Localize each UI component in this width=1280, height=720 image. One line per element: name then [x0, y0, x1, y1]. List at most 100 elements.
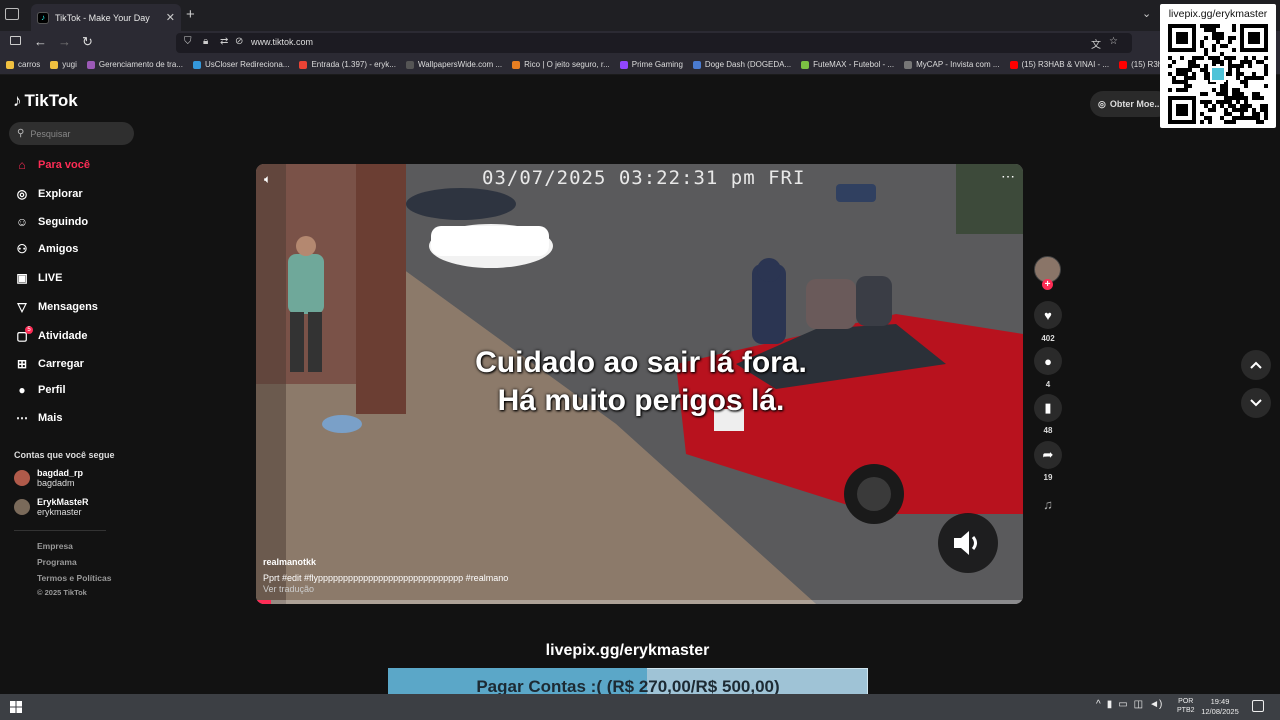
new-tab-icon[interactable]: +	[186, 6, 195, 23]
bookmark-item[interactable]: carros	[6, 60, 40, 69]
following-account[interactable]: bagdad_rp bagdadm	[14, 468, 83, 488]
see-translation-link[interactable]: Ver tradução	[263, 584, 314, 594]
share-count: 19	[1043, 473, 1053, 482]
home-icon: ⌂	[18, 158, 26, 172]
chevron-down-icon[interactable]: ⌄	[1142, 7, 1151, 20]
bookmark-favicon-icon	[192, 60, 201, 69]
bookmark-item[interactable]: Rico | O jeito seguro, r...	[512, 60, 610, 69]
tab-list-icon[interactable]	[5, 8, 19, 20]
avatar	[14, 499, 30, 515]
bookmark-favicon-icon	[299, 60, 308, 69]
sidebar-item-label: LIVE	[38, 272, 63, 284]
bookmark-item[interactable]: Doge Dash (DOGEDA...	[692, 60, 791, 69]
reload-icon[interactable]: ↻	[82, 34, 93, 50]
next-video-button[interactable]	[1241, 388, 1271, 418]
footer-link[interactable]: Termos e Políticas	[37, 573, 111, 583]
sidebar-item-mensagens[interactable]: ▽ Mensagens	[14, 298, 98, 316]
footer-link[interactable]: Programa	[37, 557, 77, 567]
bookmark-star-icon[interactable]: ☆	[1109, 36, 1118, 47]
notifications-icon[interactable]	[1252, 700, 1264, 712]
system-tray: ^ ▮ ▭ ◫ ◄)	[1096, 699, 1162, 710]
get-coins-button[interactable]: ◎ Obter Moe...	[1090, 91, 1170, 117]
bookmark-favicon-icon	[801, 60, 810, 69]
bookmark-item[interactable]: Gerenciamento de tra...	[86, 60, 183, 69]
language-indicator[interactable]: POR PTB2	[1177, 697, 1195, 715]
sidebar-item-para-voc-[interactable]: ⌂ Para você	[14, 156, 90, 174]
url-bar[interactable]	[176, 33, 1132, 53]
bookmark-item[interactable]: (15) R3h	[1119, 60, 1162, 69]
back-icon[interactable]: ←	[34, 34, 47, 49]
lock-icon[interactable]: 🔒︎	[203, 36, 208, 47]
permissions-icon[interactable]: ⇄	[220, 36, 228, 47]
video-timestamp: 03/07/2025 03:22:31 pm FRI	[482, 167, 806, 189]
sidebar-toggle-icon[interactable]	[10, 36, 21, 45]
account-name: ErykMasteR	[37, 497, 89, 507]
bookmark-favicon-icon	[86, 60, 95, 69]
bookmark-favicon-icon	[904, 60, 913, 69]
bookmark-item[interactable]: yugi	[50, 60, 77, 69]
avatar	[14, 470, 30, 486]
mic-icon[interactable]: ▮	[1107, 699, 1113, 710]
speaker-icon[interactable]	[938, 513, 998, 573]
display-icon[interactable]: ▭	[1118, 699, 1127, 710]
comment-count: 4	[1045, 380, 1051, 389]
search-input[interactable]: ⚲ Pesquisar	[9, 122, 134, 145]
bookmark-item[interactable]: (15) R3HAB & VINAI - ...	[1009, 60, 1109, 69]
follow-plus-icon[interactable]: +	[1042, 279, 1053, 290]
bookmark-item[interactable]: Prime Gaming	[619, 60, 683, 69]
bookmark-item[interactable]: MyCAP - Invista com ...	[904, 60, 1000, 69]
more-options-icon[interactable]: ⋯	[1001, 168, 1015, 185]
clock[interactable]: 19:49 12/08/2025	[1200, 697, 1240, 717]
footer-link[interactable]: Empresa	[37, 541, 73, 551]
following-title: Contas que você segue	[14, 450, 115, 460]
tracking-icon[interactable]: ⊘	[235, 36, 243, 47]
video-author[interactable]: realmanotkk	[263, 557, 316, 567]
sidebar-item-mais[interactable]: ⋯ Mais	[14, 409, 62, 427]
video-caption: Cuidado ao sair lá fora. Há muito perigo…	[416, 344, 866, 420]
sidebar-item-live[interactable]: ▣ LIVE	[14, 269, 62, 287]
music-disc-icon[interactable]: ♫	[1034, 490, 1062, 518]
bookmark-icon[interactable]: ▮	[1034, 394, 1062, 422]
caption-line: Cuidado ao sair lá fora.	[475, 346, 807, 379]
sidebar-item-amigos[interactable]: ⚇ Amigos	[14, 240, 79, 258]
forward-icon[interactable]: →	[58, 34, 71, 49]
tab-title: TikTok - Make Your Day	[55, 12, 150, 23]
share-icon[interactable]: ➦	[1034, 441, 1062, 469]
network-icon[interactable]: ◫	[1134, 699, 1143, 710]
browser-tab[interactable]: ♪ TikTok - Make Your Day ✕	[31, 4, 181, 31]
sidebar-item-explorar[interactable]: ◎ Explorar	[14, 185, 83, 203]
windows-start-icon[interactable]	[10, 700, 22, 718]
sidebar-item-label: Atividade	[38, 330, 88, 342]
chevron-down-icon	[1250, 399, 1262, 407]
sidebar-item-perfil[interactable]: ● Perfil	[14, 381, 65, 399]
url-text[interactable]: www.tiktok.com	[251, 37, 313, 47]
volume-tray-icon[interactable]: ◄)	[1149, 699, 1162, 710]
bookmark-label: Entrada (1.397) - eryk...	[311, 60, 396, 69]
compass-icon: ◎	[16, 187, 28, 201]
tiktok-note-icon: ♪	[13, 91, 22, 110]
sidebar-item-seguindo[interactable]: ☺ Seguindo	[14, 213, 88, 231]
bookmark-item[interactable]: WallpapersWide.com ...	[405, 60, 502, 69]
bookmark-item[interactable]: FuteMAX - Futebol - ...	[801, 60, 894, 69]
video-description: Pprt #edit #flyppppppppppppppppppppppppp…	[263, 573, 509, 583]
comment-icon[interactable]: ●	[1034, 347, 1062, 375]
bookmark-favicon-icon	[619, 60, 628, 69]
progress-track[interactable]	[256, 600, 1023, 604]
following-account[interactable]: ErykMasteR erykmaster	[14, 497, 89, 517]
video-player[interactable]: 03/07/2025 03:22:31 pm FRI Cuidado ao sa…	[256, 164, 1023, 604]
sidebar-item-carregar[interactable]: ⊞ Carregar	[14, 355, 84, 373]
previous-video-button[interactable]	[1241, 350, 1271, 380]
clock-time: 19:49	[1210, 697, 1230, 706]
translate-icon[interactable]: 文	[1091, 36, 1101, 51]
bookmark-label: Gerenciamento de tra...	[98, 60, 183, 69]
volume-icon[interactable]: 🔈︎	[264, 172, 271, 187]
close-tab-icon[interactable]: ✕	[166, 11, 175, 24]
bookmark-item[interactable]: Entrada (1.397) - eryk...	[299, 60, 396, 69]
bookmark-item[interactable]: UsCloser Redireciona...	[192, 60, 289, 69]
qr-label: livepix.gg/erykmaster	[1168, 8, 1268, 20]
like-heart-icon[interactable]: ♥	[1034, 301, 1062, 329]
shield-icon[interactable]: ⛉	[184, 36, 192, 47]
tray-chevron-icon[interactable]: ^	[1096, 699, 1101, 710]
tiktok-logo[interactable]: ♪ TikTok	[13, 91, 78, 111]
clock-date: 12/08/2025	[1201, 707, 1239, 716]
